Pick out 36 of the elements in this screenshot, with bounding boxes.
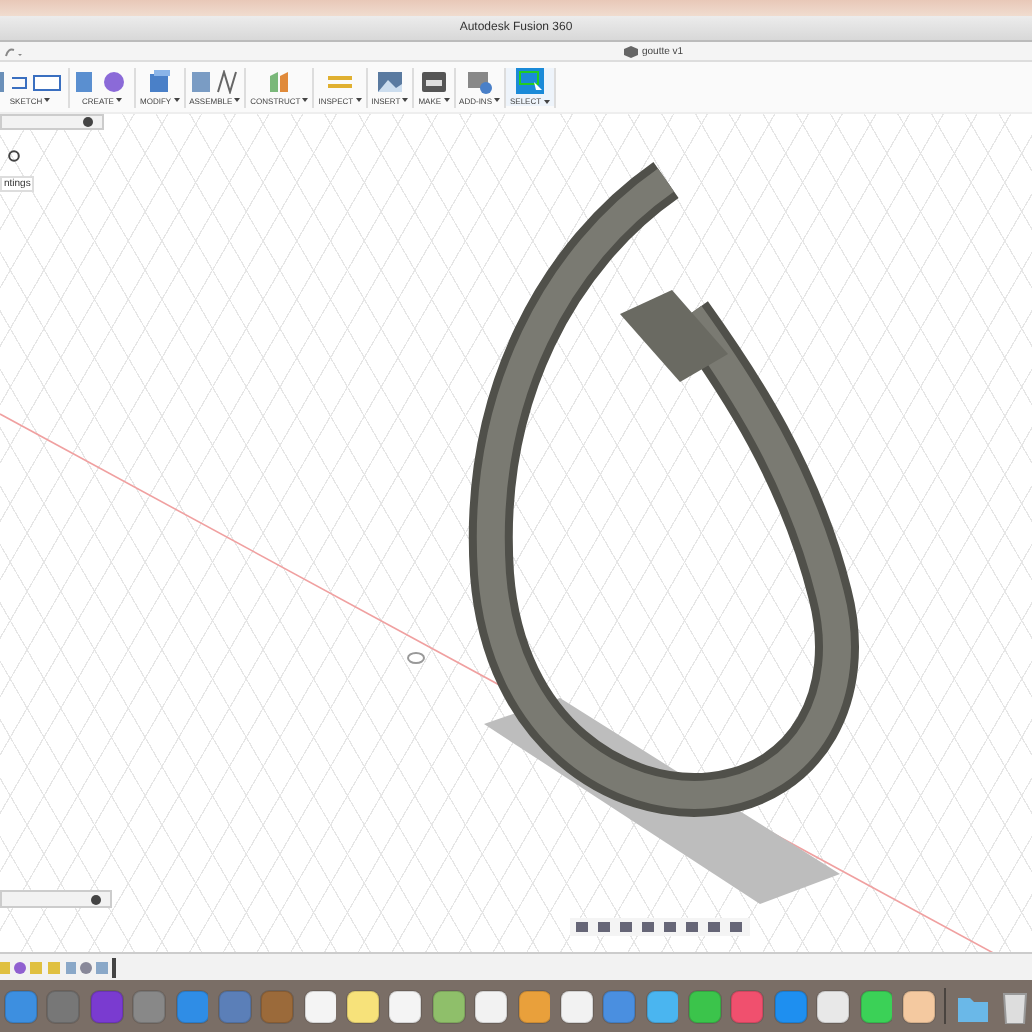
select-icon: [515, 68, 544, 94]
app-icon[interactable]: [474, 989, 508, 1023]
app-icon[interactable]: [645, 989, 679, 1023]
window-gear-icon: [467, 69, 492, 93]
app-icon[interactable]: [303, 989, 337, 1023]
caret-icon: [302, 98, 309, 102]
settings-icon[interactable]: [82, 116, 94, 128]
caret-icon: [44, 98, 51, 102]
settings-icon[interactable]: [90, 893, 102, 905]
printer-icon: [421, 69, 446, 93]
caret-icon: [173, 98, 180, 102]
caret-icon: [494, 98, 500, 102]
image-icon: [377, 69, 402, 93]
assemble-icon: [190, 69, 239, 93]
timeline-features-icon[interactable]: [0, 957, 120, 977]
app-icon[interactable]: [517, 989, 551, 1023]
caret-icon: [115, 98, 122, 102]
solid-icon: [74, 69, 130, 93]
caret-icon: [402, 98, 409, 102]
app-icon[interactable]: [388, 989, 423, 1023]
app-icon[interactable]: [431, 989, 466, 1023]
app-icon[interactable]: [688, 989, 722, 1023]
caret-icon: [443, 98, 450, 102]
origin-icon: [407, 652, 425, 664]
plane-icon: [267, 69, 292, 93]
box-icon: [147, 69, 172, 93]
caret-icon: [234, 98, 241, 102]
caret-icon: [355, 98, 362, 102]
app-icon[interactable]: [901, 989, 936, 1023]
caret-icon: [543, 99, 550, 103]
app-icon[interactable]: [859, 989, 893, 1023]
trash-icon[interactable]: [998, 989, 1032, 1023]
app-icon[interactable]: [559, 989, 594, 1023]
eye-icon[interactable]: [8, 150, 20, 162]
app-icon[interactable]: [816, 989, 850, 1023]
app-icon[interactable]: [346, 989, 380, 1023]
